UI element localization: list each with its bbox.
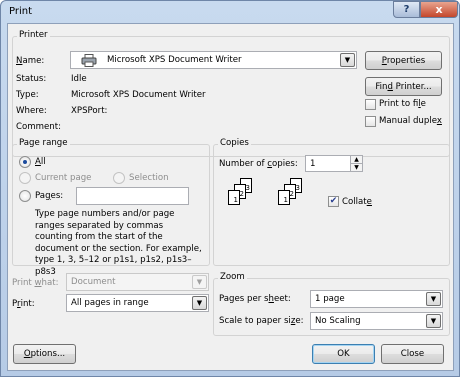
help-icon: ? <box>403 4 410 15</box>
print-what-label: Print what: <box>12 278 59 288</box>
chevron-down-icon[interactable]: ▼ <box>426 314 441 328</box>
collate-page: 1 <box>228 190 240 205</box>
window-close-button[interactable]: x <box>420 1 458 18</box>
printer-name-value: Microsoft XPS Document Writer <box>107 55 242 65</box>
where-value: XPSPort: <box>71 106 108 116</box>
pages-radio[interactable] <box>19 190 31 202</box>
options-button[interactable]: Options... <box>13 344 76 364</box>
spin-down-icon[interactable]: ▼ <box>350 163 362 171</box>
printer-group-label: Printer <box>17 30 50 40</box>
print-select[interactable]: All pages in range ▼ <box>66 294 209 312</box>
pages-label[interactable]: Pages: <box>35 191 63 201</box>
close-button-label: Close <box>400 349 425 359</box>
print-what-value: Document <box>71 277 116 287</box>
selection-radio[interactable] <box>113 172 125 184</box>
copies-spinner-input[interactable]: 1 ▲ ▼ <box>305 155 363 172</box>
status-label: Status: <box>16 74 47 84</box>
status-value: Idle <box>71 74 87 84</box>
pages-per-sheet-label: Pages per sheet: <box>219 294 291 304</box>
printer-icon <box>81 53 97 67</box>
window-title: Print <box>9 6 33 17</box>
current-page-label[interactable]: Current page <box>35 173 91 183</box>
selection-label[interactable]: Selection <box>129 173 169 183</box>
properties-button-label: Properties <box>381 55 426 66</box>
chevron-down-icon[interactable]: ▼ <box>192 275 207 289</box>
print-what-select[interactable]: Document ▼ <box>66 273 209 291</box>
print-dialog-window: Print ? x Printer Name: Microsoft XPS Do… <box>0 0 460 377</box>
page-range-group-label: Page range <box>17 138 70 148</box>
page-range-help-text: Type page numbers and/or page ranges sep… <box>35 209 202 277</box>
pages-input[interactable] <box>76 187 189 205</box>
scale-to-paper-size-value: No Scaling <box>315 316 361 326</box>
collate-pages-icon: 3 2 1 3 2 1 <box>226 174 326 229</box>
copies-value: 1 <box>310 159 316 169</box>
print-value: All pages in range <box>71 298 149 308</box>
all-pages-radio[interactable] <box>19 156 31 168</box>
print-to-file-checkbox[interactable] <box>365 99 376 110</box>
collate-checkbox[interactable]: ✔ <box>328 196 339 207</box>
copies-group-label: Copies <box>218 138 251 148</box>
scale-to-paper-size-label: Scale to paper size: <box>219 316 304 326</box>
print-label: Print: <box>12 299 35 309</box>
comment-label: Comment: <box>16 122 61 132</box>
chevron-down-icon[interactable]: ▼ <box>340 53 355 67</box>
collate-label[interactable]: Collate <box>342 197 372 207</box>
ok-button[interactable]: OK <box>312 344 375 364</box>
pages-per-sheet-select[interactable]: 1 page ▼ <box>310 290 443 308</box>
properties-button[interactable]: Properties <box>365 51 442 70</box>
printer-name-select[interactable]: Microsoft XPS Document Writer ▼ <box>70 51 357 69</box>
find-printer-button-label: Find Printer... <box>375 81 432 92</box>
close-icon: x <box>435 3 443 16</box>
close-button[interactable]: Close <box>381 344 444 364</box>
find-printer-button[interactable]: Find Printer... <box>365 77 442 96</box>
collate-page: 1 <box>278 190 290 205</box>
current-page-radio[interactable] <box>19 172 31 184</box>
where-label: Where: <box>16 106 47 116</box>
chevron-down-icon[interactable]: ▼ <box>426 292 441 306</box>
chevron-down-icon[interactable]: ▼ <box>192 296 207 310</box>
print-to-file-label[interactable]: Print to file <box>379 99 426 109</box>
help-button[interactable]: ? <box>393 1 420 18</box>
type-value: Microsoft XPS Document Writer <box>71 90 206 100</box>
zoom-group-label: Zoom <box>218 272 247 282</box>
options-button-label: Options... <box>23 349 66 359</box>
manual-duplex-checkbox[interactable] <box>365 116 376 127</box>
number-of-copies-label: Number of copies: <box>219 159 298 169</box>
all-pages-label[interactable]: All <box>35 157 46 167</box>
manual-duplex-label[interactable]: Manual duplex <box>379 116 442 126</box>
type-label: Type: <box>16 90 39 100</box>
scale-to-paper-size-select[interactable]: No Scaling ▼ <box>310 312 443 330</box>
dialog-body: Printer Name: Microsoft XPS Document Wri… <box>7 23 454 371</box>
pages-per-sheet-value: 1 page <box>315 294 345 304</box>
ok-button-label: OK <box>337 349 350 359</box>
printer-name-label: Name: <box>16 56 45 66</box>
